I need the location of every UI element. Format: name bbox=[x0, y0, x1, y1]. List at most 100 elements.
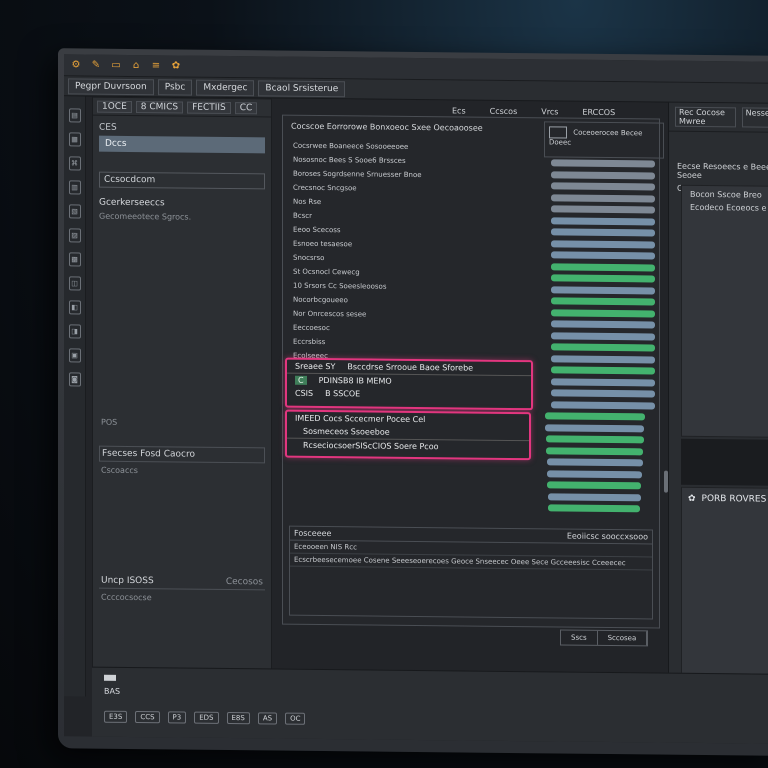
list-item[interactable] bbox=[93, 152, 271, 168]
tool-icon-11[interactable]: ▣ bbox=[68, 348, 81, 363]
bars-header: Coceoerocee Becee Doeec bbox=[544, 121, 664, 159]
section-subheading: Gecomeeotece Sgrocs. bbox=[99, 211, 192, 222]
level-bar bbox=[548, 504, 641, 513]
properties-section: Fsecses Fosd Caocro Cscoaccs bbox=[99, 445, 265, 481]
level-bar bbox=[551, 193, 655, 202]
level-bar bbox=[551, 308, 655, 317]
tool-icon-5[interactable]: ▧ bbox=[68, 204, 81, 219]
bottom-button-6[interactable]: AS bbox=[257, 712, 278, 725]
level-bar bbox=[551, 251, 655, 260]
center-tab-4[interactable]: ERCCOS bbox=[582, 108, 615, 117]
tab-4[interactable]: CC bbox=[234, 101, 258, 114]
level-bar bbox=[545, 435, 644, 444]
bottom-button-3[interactable]: P3 bbox=[167, 711, 187, 724]
menu-item-3[interactable]: Mxdergec bbox=[196, 79, 255, 96]
level-bar bbox=[546, 458, 643, 467]
properties-row-label: Fsecses Fosd Caocro bbox=[102, 448, 196, 460]
center-tab-1[interactable]: Ecs bbox=[452, 106, 466, 115]
tab-1[interactable]: 1OCE bbox=[97, 100, 132, 113]
chart-icon bbox=[549, 126, 567, 139]
right-lower-label: PORB ROVRES bbox=[701, 493, 767, 505]
bottom-button-group: E3S CCS P3 EDS E8S AS OC bbox=[104, 710, 306, 725]
tool-icon-8[interactable]: ◫ bbox=[68, 276, 81, 291]
properties-row[interactable]: Fsecses Fosd Caocro bbox=[99, 445, 265, 464]
lock-icon[interactable]: ◙ bbox=[68, 372, 81, 387]
level-bar bbox=[551, 170, 655, 179]
bottom-button-2[interactable]: CCS bbox=[135, 711, 160, 724]
level-bar bbox=[551, 216, 655, 225]
input-field[interactable]: Ccsocdcom bbox=[99, 171, 265, 190]
right-block: Bocon Sscoe Breo Ecodeco Ecoeocs e bbox=[681, 184, 768, 438]
right-lower-label-row[interactable]: ✿ PORB ROVRES bbox=[682, 488, 768, 511]
list-item[interactable]: CES bbox=[93, 120, 271, 138]
mini-button-group: Sscs Sccosea bbox=[560, 629, 649, 647]
properties-note: Cscoaccs bbox=[101, 465, 138, 476]
pen-icon[interactable]: ✎ bbox=[90, 59, 102, 71]
input-row[interactable]: Uncp ISOSS Cecosos bbox=[99, 573, 265, 591]
selection-row-3[interactable]: RcseciocsoerSIScCIOS Soere Pcoo bbox=[287, 437, 529, 455]
folder-icon[interactable]: ▭ bbox=[110, 59, 122, 71]
tab-2[interactable]: 8 CMICS bbox=[135, 100, 184, 114]
level-bar bbox=[551, 320, 655, 329]
level-bar bbox=[551, 297, 655, 306]
level-bar bbox=[551, 354, 655, 363]
tool-icon-6[interactable]: ▨ bbox=[68, 228, 81, 243]
tool-icon-2[interactable]: ▦ bbox=[68, 132, 81, 147]
selection-value: Bsccdrse Srrooue Baoe Sforebe bbox=[347, 362, 474, 373]
selection-label: Sreaee SY bbox=[295, 361, 336, 372]
tool-icon-10[interactable]: ◨ bbox=[68, 324, 81, 339]
selection-highlight-1[interactable]: Sreaee SY Bsccdrse Srrooue Baoe Sforebe … bbox=[285, 357, 533, 411]
table-title: Fosceeee bbox=[294, 528, 332, 539]
level-bar bbox=[547, 481, 642, 490]
right-panel-tabs: Rec Cocose Mwree Nesses bbox=[669, 102, 768, 133]
right-tab-1[interactable]: Rec Cocose Mwree bbox=[675, 106, 736, 128]
right-text-1: Eecse Resoeecs e Beee Seoee bbox=[677, 161, 768, 180]
level-bar bbox=[551, 159, 655, 168]
selection-highlight-2[interactable]: IMEED Cocs Sccecmer Pocee Cel Sosmeceos … bbox=[285, 409, 531, 461]
stack-icon[interactable]: ≡ bbox=[150, 60, 162, 72]
level-bar bbox=[551, 400, 655, 409]
bottom-button-7[interactable]: OC bbox=[285, 712, 306, 725]
tool-icon-4[interactable]: ▥ bbox=[68, 180, 81, 195]
level-bar bbox=[551, 274, 655, 283]
left-panel: 1OCE 8 CMICS FECTIIS CC CES Dccs Ccsocdc… bbox=[92, 96, 272, 679]
menu-item-2[interactable]: Psbc bbox=[157, 78, 193, 96]
app-window: ⚙ ✎ ▭ ⌂ ≡ ✿ Pegpr Duvrsoon Psbc Mxdergec… bbox=[64, 54, 768, 744]
bottom-bar-title: BAS bbox=[92, 668, 768, 703]
bottom-bar-label: BAS bbox=[104, 686, 121, 696]
tab-3[interactable]: FECTIIS bbox=[187, 101, 231, 114]
right-block-sub: Ecodeco Ecoeocs e bbox=[690, 202, 767, 213]
right-lower-block: ✿ PORB ROVRES bbox=[681, 486, 768, 680]
level-bar bbox=[551, 331, 655, 340]
gear-icon[interactable]: ✿ bbox=[170, 60, 182, 72]
tool-icon-9[interactable]: ◧ bbox=[68, 300, 81, 315]
tool-icon-7[interactable]: ▩ bbox=[68, 252, 81, 267]
tool-icon-3[interactable]: ⌘ bbox=[68, 156, 81, 171]
center-tab-2[interactable]: Ccscos bbox=[490, 107, 518, 116]
level-bar bbox=[551, 343, 655, 352]
mini-button-2[interactable]: Sccosea bbox=[597, 630, 648, 646]
menu-item-1[interactable]: Pegpr Duvrsoon bbox=[68, 77, 154, 95]
car-icon[interactable]: ⌂ bbox=[130, 59, 142, 71]
right-tab-2[interactable]: Nesses bbox=[741, 107, 768, 128]
tool-strip: ▤ ▦ ⌘ ▥ ▧ ▨ ▩ ◫ ◧ ◨ ▣ ◙ bbox=[64, 96, 86, 697]
level-bar bbox=[551, 182, 655, 191]
settings-icon[interactable]: ⚙ bbox=[70, 59, 82, 71]
selection-label: CSIS bbox=[295, 388, 314, 398]
bottom-button-4[interactable]: EDS bbox=[194, 711, 219, 724]
bottom-button-1[interactable]: E3S bbox=[104, 710, 128, 723]
right-panel: Rec Cocose Mwree Nesses Eecse Resoeecs e… bbox=[668, 102, 768, 684]
list-item-selected[interactable]: Dccs bbox=[99, 135, 265, 154]
mini-button-1[interactable]: Sscs bbox=[561, 630, 598, 645]
level-bar bbox=[551, 285, 655, 294]
bottom-button-5[interactable]: E8S bbox=[226, 711, 250, 725]
tool-icon-1[interactable]: ▤ bbox=[68, 108, 81, 123]
level-bar bbox=[551, 389, 655, 398]
center-tab-3[interactable]: Vrcs bbox=[541, 107, 558, 116]
level-bars bbox=[545, 159, 659, 560]
input-section: Uncp ISOSS Cecosos Ccccocsocse bbox=[99, 573, 265, 608]
menu-item-4[interactable]: Bcaol Srsisterue bbox=[258, 79, 346, 97]
selection-row-3[interactable]: CSIS B SSCOE bbox=[287, 387, 531, 403]
section-heading: Gcerkerseeccs bbox=[99, 197, 165, 209]
left-panel-tabs: 1OCE 8 CMICS FECTIIS CC bbox=[93, 97, 271, 118]
